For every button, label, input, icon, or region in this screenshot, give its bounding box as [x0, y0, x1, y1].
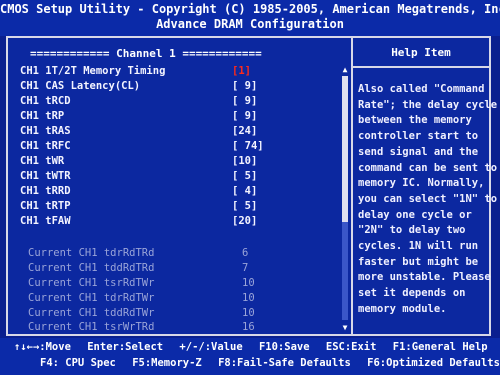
- key-fail-safe: F8:Fail-Safe Defaults: [218, 357, 351, 369]
- setting-trcd[interactable]: CH1 tRCD [ 9]: [20, 94, 340, 108]
- key-save: F10:Save: [258, 341, 310, 353]
- utility-title: CMOS Setup Utility - Copyright (C) 1985-…: [0, 2, 500, 16]
- setting-value[interactable]: [ 9]: [232, 94, 257, 108]
- current-value: 10: [242, 292, 255, 304]
- scroll-track[interactable]: [342, 76, 348, 320]
- current-timing-row: Current CH1 tdrRdTWr 10: [28, 291, 308, 305]
- setting-label: CH1 tWR: [20, 155, 65, 167]
- setting-1t2t-memory-timing[interactable]: CH1 1T/2T Memory Timing [1]: [20, 64, 340, 78]
- setting-tras[interactable]: CH1 tRAS [24]: [20, 124, 340, 138]
- setting-value[interactable]: [ 9]: [232, 109, 257, 123]
- current-label: Current CH1 tdrRdTRd: [28, 247, 155, 259]
- setting-label: CH1 tRCD: [20, 95, 71, 107]
- setting-value[interactable]: [24]: [232, 124, 257, 138]
- setting-label: CH1 CAS Latency(CL): [20, 80, 141, 92]
- help-line: command can be sent to: [358, 161, 498, 174]
- setting-value[interactable]: [20]: [232, 214, 257, 228]
- setting-label: CH1 tRTP: [20, 200, 71, 212]
- key-cpu-spec: F4: CPU Spec: [40, 357, 116, 369]
- help-line: "2N" to delay two: [358, 224, 466, 237]
- help-line: memory IC. Normally,: [358, 177, 485, 190]
- setting-label: CH1 tFAW: [20, 215, 71, 227]
- key-select: Enter:Select: [87, 341, 164, 353]
- channel-header: ============ Channel 1 ============: [30, 47, 262, 60]
- setting-twr[interactable]: CH1 tWR [10]: [20, 154, 340, 168]
- key-optimized: F6:Optimized Defaults: [367, 357, 500, 369]
- current-label: Current CH1 tddRdTWr: [28, 307, 155, 319]
- help-line: Also called "Command: [358, 83, 485, 95]
- setting-trp[interactable]: CH1 tRP [ 9]: [20, 109, 340, 123]
- panel-divider: [351, 38, 353, 334]
- key-memory-z: F5:Memory-Z: [132, 357, 202, 369]
- help-line: controller start to: [358, 130, 479, 143]
- main-frame: ============ Channel 1 ============ CH1 …: [6, 36, 498, 336]
- key-exit: ESC:Exit: [325, 341, 377, 353]
- current-label: Current CH1 tdrRdTWr: [28, 292, 155, 304]
- current-timing-row: Current CH1 tsrWrTRd 16: [28, 320, 308, 334]
- help-title: Help Item: [391, 46, 451, 59]
- setting-value[interactable]: [10]: [232, 154, 257, 168]
- key-value: +/-/:Value: [179, 341, 243, 353]
- setting-value[interactable]: [ 9]: [232, 79, 257, 93]
- help-text: Also called "Command Rate"; the delay cy…: [358, 82, 498, 318]
- current-label: Current CH1 tsrWrTRd: [28, 321, 155, 333]
- help-line: faster but might be: [358, 255, 479, 268]
- setting-label: CH1 tRP: [20, 110, 65, 122]
- key-general-help: F1:General Help: [392, 341, 488, 353]
- setting-value[interactable]: [ 74]: [232, 139, 264, 153]
- scroll-up-arrow-icon[interactable]: ▲: [341, 66, 349, 74]
- current-timing-row: Current CH1 tsrRdTWr 10: [28, 276, 308, 290]
- help-separator: [353, 66, 489, 68]
- key-legend-line-1: ↑↓←→:Move Enter:Select +/-/:Value F10:Sa…: [14, 341, 498, 353]
- help-line: cycles. 1N will run: [358, 240, 479, 253]
- current-timing-row: Current CH1 tddRdTRd 7: [28, 261, 308, 275]
- current-value: 10: [242, 307, 255, 319]
- setting-label: CH1 tRRD: [20, 185, 71, 197]
- help-line: send signal and the: [358, 145, 479, 158]
- setting-label: CH1 tWTR: [20, 170, 71, 182]
- help-line: delay one cycle or: [358, 208, 472, 221]
- setting-trtp[interactable]: CH1 tRTP [ 5]: [20, 199, 340, 213]
- help-line: you can select "1N" to: [358, 192, 498, 205]
- help-line: memory module.: [358, 302, 447, 315]
- setting-label: CH1 1T/2T Memory Timing: [20, 65, 166, 77]
- help-line: set it depends on: [358, 287, 466, 300]
- current-value: 10: [242, 277, 255, 289]
- key-legend: ↑↓←→:Move Enter:Select +/-/:Value F10:Sa…: [0, 338, 500, 375]
- title-bar: CMOS Setup Utility - Copyright (C) 1985-…: [0, 0, 500, 36]
- setting-value[interactable]: [ 5]: [232, 199, 257, 213]
- current-value: 7: [242, 262, 249, 274]
- settings-panel: ============ Channel 1 ============ CH1 …: [8, 38, 351, 334]
- key-legend-line-2: F4: CPU Spec F5:Memory-Z F8:Fail-Safe De…: [40, 357, 500, 369]
- scroll-thumb[interactable]: [342, 76, 348, 222]
- current-value: 6: [242, 247, 249, 259]
- setting-trrd[interactable]: CH1 tRRD [ 4]: [20, 184, 340, 198]
- current-timing-row: Current CH1 tddRdTWr 10: [28, 306, 308, 320]
- current-label: Current CH1 tsrRdTWr: [28, 277, 155, 289]
- setting-tfaw[interactable]: CH1 tFAW [20]: [20, 214, 340, 228]
- setting-trfc[interactable]: CH1 tRFC [ 74]: [20, 139, 340, 153]
- setting-value[interactable]: [ 4]: [232, 184, 257, 198]
- bios-screen: CMOS Setup Utility - Copyright (C) 1985-…: [0, 0, 500, 375]
- current-label: Current CH1 tddRdTRd: [28, 262, 155, 274]
- current-timing-row: Current CH1 tdrRdTRd 6: [28, 246, 308, 260]
- setting-value[interactable]: [ 5]: [232, 169, 257, 183]
- help-line: more unstable. Please: [358, 271, 491, 284]
- setting-value[interactable]: [1]: [232, 64, 251, 78]
- scroll-down-arrow-icon[interactable]: ▼: [341, 324, 349, 332]
- page-title: Advance DRAM Configuration: [156, 17, 344, 31]
- key-move: ↑↓←→:Move: [14, 341, 71, 353]
- help-line: Rate"; the delay cycle: [358, 98, 498, 111]
- current-value: 16: [242, 321, 255, 333]
- setting-cas-latency[interactable]: CH1 CAS Latency(CL) [ 9]: [20, 79, 340, 93]
- scrollbar[interactable]: ▲ ▼: [341, 66, 349, 332]
- setting-twtr[interactable]: CH1 tWTR [ 5]: [20, 169, 340, 183]
- setting-label: CH1 tRAS: [20, 125, 71, 137]
- setting-label: CH1 tRFC: [20, 140, 71, 152]
- help-line: between the memory: [358, 114, 472, 127]
